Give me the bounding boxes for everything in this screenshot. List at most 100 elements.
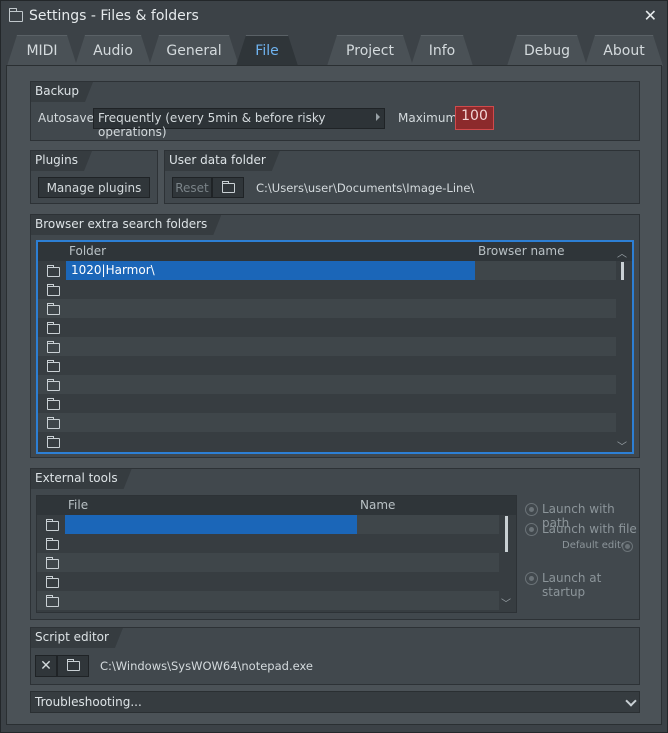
table-row[interactable]: [38, 299, 616, 318]
table-row[interactable]: [38, 394, 616, 413]
tab-bar: MIDI Audio General File Project Info Deb…: [1, 33, 667, 66]
settings-window: Settings - Files & folders ✕ MIDI Audio …: [0, 0, 668, 733]
maximum-label: Maximum: [398, 111, 458, 125]
folder-icon[interactable]: [47, 284, 60, 299]
default-editor-label: Default editor: [562, 540, 632, 551]
title-bar: Settings - Files & folders ✕: [1, 1, 667, 33]
folder-icon[interactable]: [47, 398, 60, 413]
browser-folders-panel: Browser extra search folders Folder Brow…: [30, 214, 640, 458]
table-header: File Name: [37, 496, 516, 515]
autosave-value: Frequently (every 5min & before risky op…: [98, 111, 326, 139]
browse-script-editor-button[interactable]: [57, 655, 89, 677]
manage-plugins-button[interactable]: Manage plugins: [38, 177, 150, 198]
autosave-label: Autosave: [38, 111, 94, 125]
plugins-title: Plugins: [31, 151, 92, 171]
plugins-panel: Plugins Manage plugins: [30, 150, 158, 204]
folder-icon[interactable]: [46, 519, 59, 534]
external-tools-panel: External tools File Name ﹀ Launch with p…: [30, 468, 640, 620]
folder-icon: [66, 659, 80, 671]
table-row[interactable]: [37, 534, 499, 553]
clear-button[interactable]: ✕: [35, 655, 57, 677]
close-icon: ✕: [40, 658, 52, 674]
folder-value: 1020|Harmor\: [71, 263, 155, 277]
col-file: File: [68, 498, 89, 512]
script-editor-path: C:\Windows\SysWOW64\notepad.exe: [100, 659, 313, 673]
table-row[interactable]: [38, 318, 616, 337]
table-row[interactable]: [38, 413, 616, 432]
file-settings-content: Backup Autosave Frequently (every 5min &…: [6, 65, 662, 725]
user-data-title: User data folder: [165, 151, 280, 171]
external-tools-table[interactable]: File Name ﹀: [36, 495, 517, 613]
browse-folder-button[interactable]: [212, 177, 244, 198]
maximum-value[interactable]: 100: [455, 106, 494, 130]
browser-folders-table[interactable]: Folder Browser name 1020|Harmor\ ︿ ﹀: [36, 240, 634, 454]
table-row[interactable]: 1020|Harmor\: [38, 261, 616, 280]
user-data-path: C:\Users\user\Documents\Image-Line\: [256, 181, 475, 195]
tab-project[interactable]: Project: [327, 35, 413, 66]
launch-with-file-radio[interactable]: [525, 523, 538, 536]
scrollbar-thumb[interactable]: [621, 262, 624, 280]
folder-icon[interactable]: [47, 417, 60, 432]
table-row[interactable]: [37, 553, 499, 572]
user-data-panel: User data folder Reset C:\Users\user\Doc…: [164, 150, 640, 204]
tab-info[interactable]: Info: [411, 35, 473, 66]
launch-at-startup-label: Launch at startup: [542, 571, 602, 599]
tab-general[interactable]: General: [149, 35, 239, 66]
browser-name-cell[interactable]: [475, 261, 616, 280]
launch-with-file-label: Launch with file: [542, 522, 637, 536]
folder-icon[interactable]: [47, 265, 60, 280]
table-row[interactable]: [38, 432, 616, 451]
table-row[interactable]: [37, 591, 499, 610]
scrollbar-thumb[interactable]: [505, 516, 508, 552]
scroll-up-icon[interactable]: ︿: [617, 245, 627, 260]
window-title: Settings - Files & folders: [29, 8, 199, 24]
chevron-down-icon[interactable]: [625, 695, 637, 707]
backup-panel: Backup Autosave Frequently (every 5min &…: [30, 81, 640, 141]
external-tools-title: External tools: [31, 469, 132, 489]
default-editor-radio[interactable]: [622, 541, 633, 552]
folder-icon: [9, 8, 23, 22]
table-row[interactable]: [38, 375, 616, 394]
chevron-right-icon: [376, 113, 380, 121]
scroll-down-icon[interactable]: ﹀: [501, 595, 511, 610]
script-editor-panel: Script editor ✕ C:\Windows\SysWOW64\note…: [30, 627, 640, 685]
table-row[interactable]: [38, 356, 616, 375]
script-editor-title: Script editor: [31, 628, 123, 648]
tab-audio[interactable]: Audio: [75, 35, 151, 66]
folder-icon[interactable]: [47, 303, 60, 318]
autosave-dropdown[interactable]: Frequently (every 5min & before risky op…: [93, 108, 385, 139]
close-icon[interactable]: ✕: [644, 6, 657, 25]
launch-with-path-radio[interactable]: [525, 503, 538, 516]
table-header: Folder Browser name: [38, 242, 632, 261]
folder-icon[interactable]: [46, 576, 59, 591]
folder-icon[interactable]: [47, 436, 60, 451]
troubleshooting-section[interactable]: Troubleshooting...: [30, 691, 640, 713]
folder-icon[interactable]: [46, 595, 59, 610]
tab-file[interactable]: File: [236, 35, 298, 66]
backup-title: Backup: [31, 82, 93, 102]
scroll-down-icon[interactable]: ﹀: [617, 438, 627, 453]
folder-icon[interactable]: [47, 341, 60, 356]
name-cell[interactable]: [357, 515, 499, 534]
table-row[interactable]: [38, 280, 616, 299]
col-browser-name: Browser name: [478, 244, 565, 258]
folder-icon: [221, 180, 235, 193]
reset-button[interactable]: Reset: [172, 177, 212, 198]
folder-icon[interactable]: [46, 538, 59, 553]
col-name: Name: [360, 498, 396, 512]
col-folder: Folder: [69, 244, 107, 258]
folder-icon[interactable]: [47, 379, 60, 394]
table-row[interactable]: [37, 515, 499, 534]
folder-icon[interactable]: [47, 322, 60, 337]
tab-midi[interactable]: MIDI: [7, 35, 77, 66]
tab-debug[interactable]: Debug: [507, 35, 587, 66]
table-row[interactable]: [38, 337, 616, 356]
tab-about[interactable]: About: [585, 35, 663, 66]
browser-folders-title: Browser extra search folders: [31, 215, 221, 235]
launch-at-startup-radio[interactable]: [525, 572, 538, 585]
troubleshooting-label: Troubleshooting...: [35, 695, 142, 709]
folder-icon[interactable]: [47, 360, 60, 375]
folder-icon[interactable]: [46, 557, 59, 572]
table-row[interactable]: [37, 572, 499, 591]
selected-cell[interactable]: [65, 515, 357, 534]
